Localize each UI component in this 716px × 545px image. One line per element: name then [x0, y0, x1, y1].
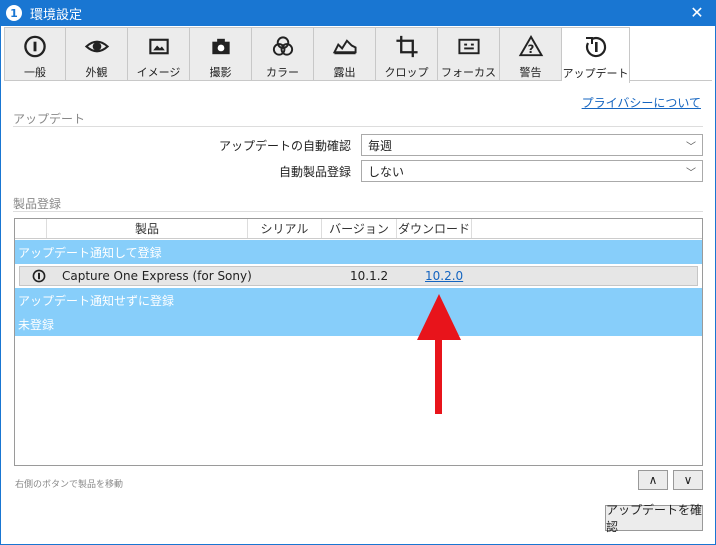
group-register-without-notify[interactable]: アップデート通知せずに登録	[15, 288, 702, 312]
group-notify-register[interactable]: アップデート通知して登録	[15, 240, 702, 264]
download-link[interactable]: 10.2.0	[425, 269, 463, 283]
tab-label: カラー	[266, 66, 299, 79]
table-row[interactable]: Capture One Express (for Sony) 10.1.2 10…	[19, 266, 698, 286]
product-section-heading: 製品登録	[13, 197, 62, 211]
tab-label: フォーカス	[441, 66, 496, 79]
auto-register-value: しない	[368, 164, 405, 179]
app-icon: 1	[6, 5, 22, 21]
red-arrow-annotation	[417, 294, 461, 414]
column-header-product[interactable]: 製品	[47, 219, 248, 238]
product-version: 10.1.2	[350, 269, 389, 283]
eye-icon	[84, 40, 109, 53]
tab-exposure[interactable]: 露出	[314, 27, 376, 80]
tab-label: 警告	[519, 66, 542, 79]
update-section-heading: アップデート	[13, 112, 86, 126]
window-title: 環境設定	[30, 7, 83, 23]
auto-check-label: アップデートの自動確認	[218, 138, 351, 153]
tab-bar: 一般 外観 イメージ 撮影 カラー 露出 クロップ フォーカス ? 警告 アップ…	[4, 27, 712, 83]
crop-icon	[395, 35, 418, 58]
tab-image[interactable]: イメージ	[128, 27, 190, 80]
camera-icon	[211, 38, 230, 55]
tab-label: イメージ	[136, 66, 181, 79]
tab-label: 外観	[85, 66, 108, 79]
divider	[13, 126, 703, 127]
tab-label: 露出	[333, 66, 356, 79]
close-icon[interactable]: ✕	[686, 2, 708, 24]
update-icon	[585, 36, 606, 58]
column-header-version[interactable]: バージョン	[322, 219, 397, 238]
auto-check-value: 毎週	[368, 138, 393, 153]
privacy-link[interactable]: プライバシーについて	[582, 94, 701, 111]
auto-register-row: 自動製品登録 しない ﹀	[1, 160, 716, 182]
focus-icon	[457, 38, 480, 55]
warning-icon: ?	[518, 34, 543, 56]
table-header: 製品 シリアル バージョン ダウンロード	[15, 219, 702, 239]
tab-general[interactable]: 一般	[4, 27, 66, 80]
move-up-button[interactable]: ∧	[638, 470, 668, 490]
tab-color[interactable]: カラー	[252, 27, 314, 80]
info-circle-icon	[24, 35, 46, 58]
column-header-download[interactable]: ダウンロード	[397, 219, 472, 238]
tab-capture[interactable]: 撮影	[190, 27, 252, 80]
move-hint-text: 右側のボタンで製品を移動	[15, 480, 124, 490]
svg-text:?: ?	[527, 42, 534, 56]
tab-label: アップデート	[562, 67, 629, 80]
tab-label: 一般	[24, 66, 46, 79]
preferences-window: 一般 外観 イメージ 撮影 カラー 露出 クロップ フォーカス ? 警告 アップ…	[0, 26, 716, 545]
product-table: 製品 シリアル バージョン ダウンロード アップデート通知して登録 Captur…	[14, 218, 703, 466]
histogram-icon	[332, 39, 357, 55]
tab-crop[interactable]: クロップ	[376, 27, 438, 80]
auto-register-select[interactable]: しない ﹀	[361, 160, 703, 182]
product-name: Capture One Express (for Sony)	[62, 269, 252, 283]
update-status-icon	[32, 269, 46, 283]
tab-appearance[interactable]: 外観	[66, 27, 128, 80]
title-bar: 1 環境設定 ✕	[0, 0, 716, 26]
tab-warning[interactable]: ? 警告	[500, 27, 562, 80]
chevron-down-icon: ﹀	[686, 168, 696, 179]
tab-label: クロップ	[384, 66, 429, 79]
tab-focus[interactable]: フォーカス	[438, 27, 500, 80]
check-updates-button[interactable]: アップデートを確認	[605, 503, 703, 534]
column-header-serial[interactable]: シリアル	[248, 219, 322, 238]
auto-register-label: 自動製品登録	[278, 164, 351, 179]
color-circles-icon	[272, 36, 293, 56]
move-down-button[interactable]: ∨	[673, 470, 703, 490]
column-header-icon	[15, 219, 47, 238]
image-icon	[148, 38, 169, 55]
auto-check-row: アップデートの自動確認 毎週 ﹀	[1, 134, 716, 156]
divider	[13, 211, 703, 212]
tab-label: 撮影	[209, 66, 232, 79]
group-unregistered[interactable]: 未登録	[15, 312, 702, 336]
tab-update[interactable]: アップデート	[562, 27, 630, 83]
chevron-down-icon: ﹀	[686, 142, 696, 153]
auto-check-select[interactable]: 毎週 ﹀	[361, 134, 703, 156]
